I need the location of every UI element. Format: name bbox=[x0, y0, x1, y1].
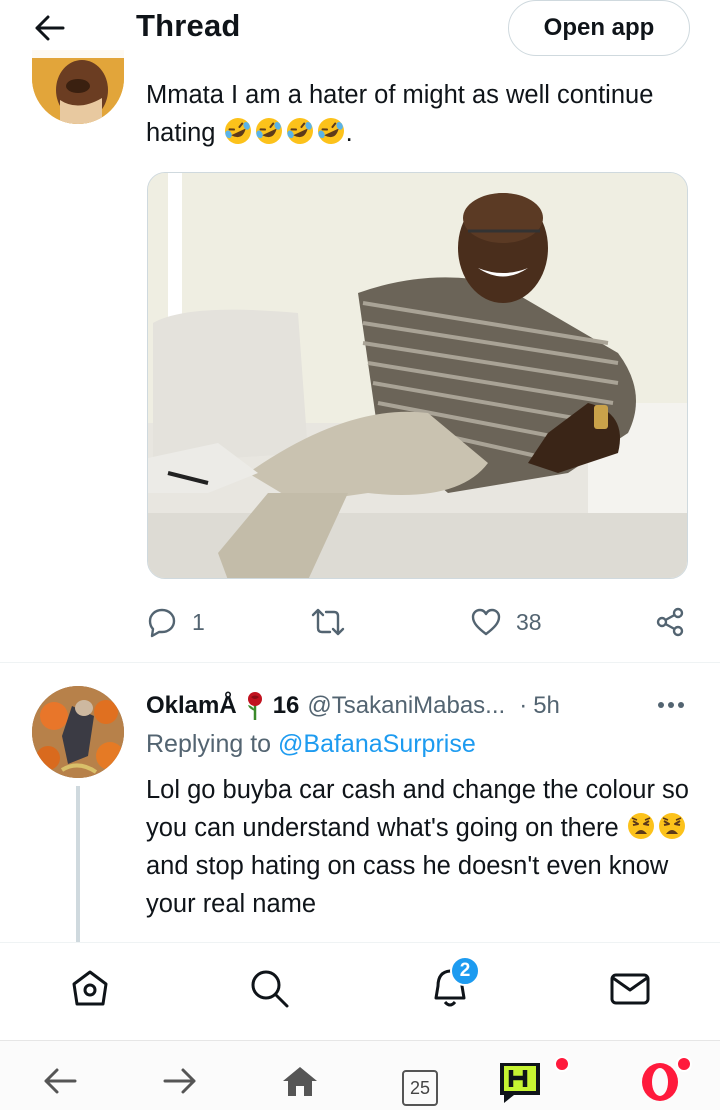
tweet-divider bbox=[0, 662, 720, 663]
opera-notification-dot bbox=[676, 1056, 692, 1072]
thread-connector-line bbox=[76, 786, 80, 942]
heart-icon bbox=[471, 608, 501, 636]
rolling-laughing-emoji-icon bbox=[224, 118, 251, 144]
reply-count: 1 bbox=[192, 608, 205, 635]
open-app-button[interactable]: Open app bbox=[508, 0, 690, 56]
tweet-text: Lol go buyba car cash and change the col… bbox=[146, 771, 696, 923]
tweet-meta: OklamÅ 16 @TsakaniMabas... · 5h bbox=[146, 688, 696, 724]
tweet-text-part2: and stop hating on cass he doesn't even … bbox=[146, 852, 669, 918]
timestamp[interactable]: 5h bbox=[533, 692, 560, 720]
reply-icon bbox=[148, 608, 176, 638]
rolling-laughing-emoji-icon bbox=[317, 118, 344, 144]
home-icon[interactable] bbox=[67, 965, 113, 1011]
weary-face-emoji-icon bbox=[658, 813, 685, 839]
messages-icon[interactable] bbox=[607, 965, 653, 1011]
more-options-icon[interactable] bbox=[654, 690, 688, 720]
share-icon bbox=[656, 607, 684, 637]
tweet-text-part1: Lol go buyba car cash and change the col… bbox=[146, 776, 689, 842]
like-action[interactable]: 38 bbox=[470, 600, 542, 644]
emoji-group bbox=[223, 116, 346, 146]
like-count: 38 bbox=[516, 608, 542, 635]
rolling-laughing-emoji-icon bbox=[286, 118, 313, 144]
replying-to-label: Replying to bbox=[146, 730, 272, 758]
replying-to-mention-link[interactable]: @BafanaSurprise bbox=[278, 730, 476, 758]
weary-face-emoji-icon bbox=[627, 813, 654, 839]
back-arrow-icon[interactable] bbox=[30, 8, 70, 48]
reply-action[interactable]: 1 bbox=[146, 600, 205, 644]
tabs-icon[interactable]: 25 bbox=[402, 1070, 438, 1106]
rolling-laughing-emoji-icon bbox=[255, 118, 282, 144]
retweet-action[interactable] bbox=[310, 600, 346, 644]
forward-icon[interactable] bbox=[158, 1059, 202, 1103]
user-handle[interactable]: @TsakaniMabas... bbox=[307, 692, 505, 720]
hype-notification-dot bbox=[554, 1056, 570, 1072]
tweet-actions: 1 38 bbox=[146, 600, 691, 644]
bottom-navigation bbox=[0, 942, 720, 1040]
replying-to: Replying to @BafanaSurprise bbox=[146, 730, 476, 759]
avatar[interactable] bbox=[32, 686, 124, 778]
home-icon[interactable] bbox=[278, 1059, 322, 1103]
retweet-icon bbox=[311, 608, 345, 636]
display-name-suffix: 16 bbox=[272, 692, 300, 719]
avatar[interactable] bbox=[32, 50, 124, 124]
rose-emoji-icon bbox=[247, 692, 262, 720]
emoji-group bbox=[626, 811, 687, 841]
search-icon[interactable] bbox=[246, 965, 292, 1011]
tweet-photo[interactable] bbox=[147, 172, 688, 579]
tweet-text: Mmata I am a hater of might as well cont… bbox=[146, 76, 696, 152]
display-name[interactable]: OklamÅ bbox=[146, 692, 237, 720]
back-icon[interactable] bbox=[38, 1059, 82, 1103]
share-action[interactable] bbox=[654, 600, 686, 644]
top-bar: Thread Open app bbox=[0, 0, 720, 58]
page-title: Thread bbox=[136, 8, 241, 43]
meta-separator: · bbox=[519, 692, 528, 719]
notifications-badge: 2 bbox=[450, 956, 480, 986]
tweet-text-trailing: . bbox=[345, 119, 353, 147]
hype-app-icon[interactable] bbox=[498, 1059, 542, 1103]
browser-toolbar bbox=[0, 1040, 720, 1110]
